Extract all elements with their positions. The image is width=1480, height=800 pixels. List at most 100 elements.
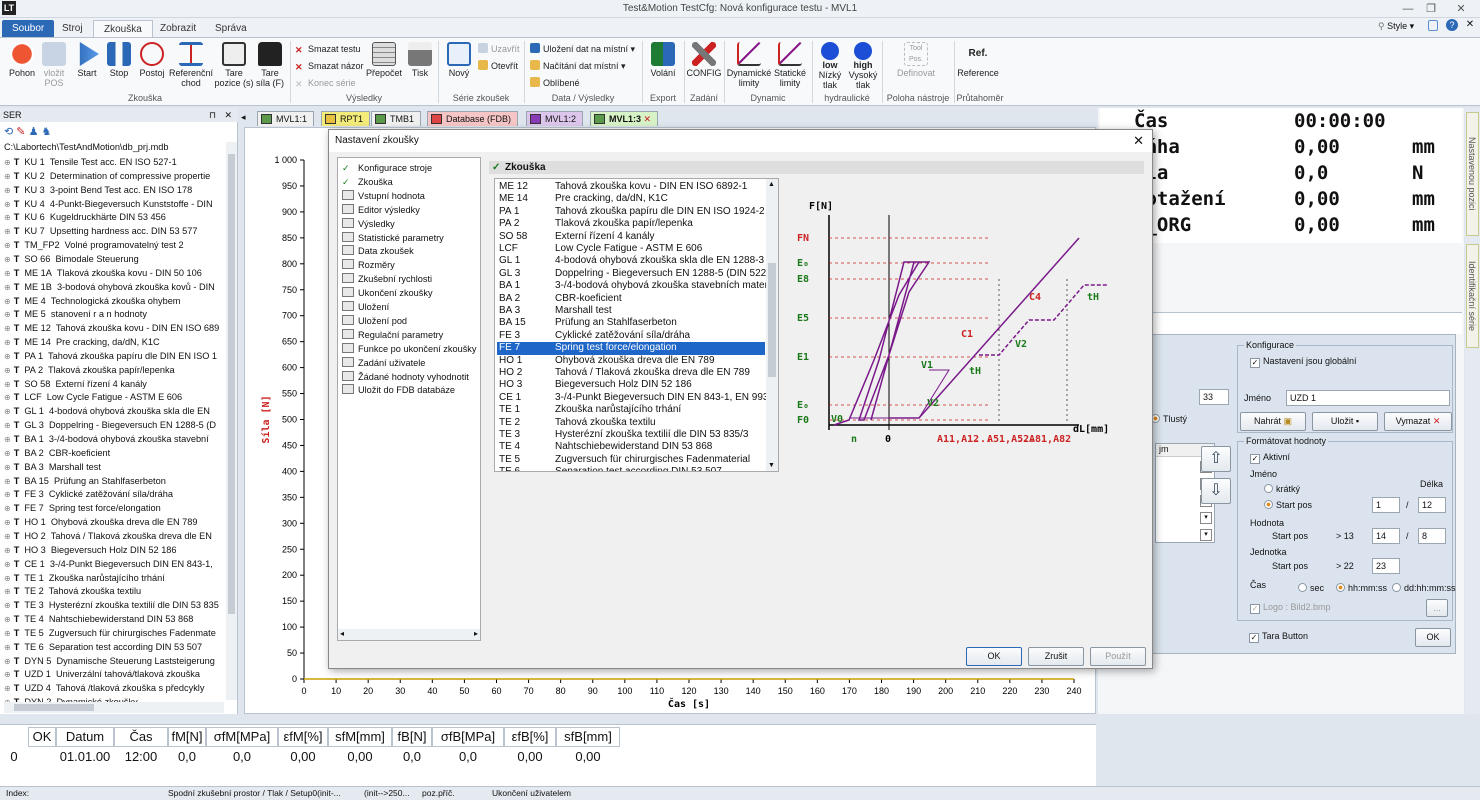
- expand-icon[interactable]: ⊕: [4, 227, 11, 236]
- nav-item[interactable]: Rozměry: [342, 259, 395, 273]
- tab-soubor[interactable]: Soubor: [2, 20, 55, 37]
- tree-item[interactable]: ⊕ T KU 1 Tensile Test acc. EN ISO 527-1: [4, 156, 224, 170]
- column-header[interactable]: fM[N]: [168, 727, 206, 747]
- expand-icon[interactable]: ⊕: [4, 380, 11, 389]
- expand-icon[interactable]: ⊕: [4, 255, 11, 264]
- otevrit-button[interactable]: Otevřít: [478, 59, 518, 74]
- start-pos-radio[interactable]: [1264, 500, 1273, 509]
- smazat-nazor-button[interactable]: ✕ Smazat názor: [295, 59, 364, 74]
- tree-item[interactable]: ⊕ T ME 4 Technologická zkouška ohybem: [4, 295, 224, 309]
- ribbon-close-icon[interactable]: ✕: [1464, 19, 1476, 31]
- tara-button-checkbox[interactable]: ✓: [1249, 633, 1259, 643]
- tree-item[interactable]: ⊕ T ME 5 stanovení r a n hodnoty: [4, 308, 224, 322]
- dialog-cancel-button[interactable]: Zrušit: [1028, 647, 1084, 666]
- expand-icon[interactable]: ⊕: [4, 283, 11, 292]
- prepocet-button[interactable]: Přepočet: [365, 42, 403, 78]
- tree-item[interactable]: ⊕ T UZD 1 Univerzální tahová/tlaková zkouš…: [4, 668, 224, 682]
- expand-icon[interactable]: ⊕: [4, 200, 11, 209]
- nav-item[interactable]: Uložit do FDB databáze: [342, 384, 455, 398]
- test-list-item[interactable]: HO 3 Biegeversuch Holz DIN 52 186: [497, 379, 765, 391]
- expand-icon[interactable]: ⊕: [4, 546, 11, 555]
- column-header[interactable]: Datum: [56, 727, 114, 747]
- global-settings-option[interactable]: ✓ Nastavení jsou globální: [1250, 356, 1357, 368]
- tree-item[interactable]: ⊕ T TE 6 Separation test according DIN 53 …: [4, 641, 224, 655]
- expand-icon[interactable]: ⊕: [4, 504, 11, 513]
- time-dhms-option[interactable]: dd:hh:mm:ss: [1392, 583, 1456, 593]
- tree-item[interactable]: ⊕ T SO 66 Bimodale Steuerung: [4, 253, 224, 267]
- test-list-item[interactable]: BA 1 3-/4-bodová ohybová zkouška stavební…: [497, 280, 768, 292]
- name-start-input[interactable]: 1: [1372, 497, 1400, 513]
- tab-tmb1[interactable]: TMB1: [371, 111, 422, 126]
- panel-close-icon[interactable]: ✕: [224, 108, 232, 122]
- test-list-item[interactable]: GL 1 4-bodová ohybová zkouška skla dle EN…: [497, 255, 765, 267]
- tree-item[interactable]: ⊕ T ME 1B 3-bodová ohybová zkouška kovů - …: [4, 281, 224, 295]
- column-header[interactable]: fB[N]: [392, 727, 432, 747]
- tree-item[interactable]: ⊕ T LCF Low Cycle Fatigue - ASTM E 606: [4, 391, 224, 405]
- test-list-item[interactable]: FE 3 Cyklické zatěžování síla/dráha: [497, 330, 765, 342]
- nav-item[interactable]: Funkce po ukončení zkoušky: [342, 342, 476, 357]
- pohon-button[interactable]: Pohon: [4, 42, 40, 78]
- test-list-item[interactable]: HO 1 Ohybová zkouška dreva dle EN 789: [497, 355, 765, 367]
- column-header[interactable]: σfM[MPa]: [206, 727, 278, 747]
- test-list-item[interactable]: PA 1 Tahová zkouška papíru dle DIN EN ISO…: [497, 206, 765, 218]
- tree-item[interactable]: ⊕ T FE 3 Cyklické zatěžování síla/dráha: [4, 488, 224, 502]
- tree-item[interactable]: ⊕ T TE 3 Hysterézní zkouška textilií dle D…: [4, 599, 224, 613]
- test-list-item[interactable]: FE 7 Spring test force/elongation: [497, 342, 765, 355]
- test-list-item[interactable]: TE 3 Hysterézní zkouška textilií dle DIN …: [497, 429, 765, 441]
- smazat-testu-button[interactable]: ✕ Smazat testu: [295, 42, 361, 57]
- dialog-ok-button[interactable]: OK: [966, 647, 1022, 666]
- test-list-scrollbar[interactable]: ▲ ▼: [766, 179, 778, 471]
- tree-item[interactable]: ⊕ T TE 2 Tahová zkouška textilu: [4, 585, 224, 599]
- expand-icon[interactable]: ⊕: [4, 629, 11, 638]
- konec-serie-button[interactable]: ✕ Konec série: [295, 76, 356, 91]
- test-list-item[interactable]: TE 6 Separation test according DIN 53 507: [497, 466, 765, 471]
- test-list-item[interactable]: CE 1 3-/4-Punkt Biegeversuch DIN EN 843-1…: [497, 392, 768, 404]
- tab-zkouska[interactable]: Zkouška: [93, 20, 153, 37]
- vtab-identifikacni-serie[interactable]: Identifikační série: [1466, 244, 1479, 348]
- test-list-item[interactable]: BA 15 Prüfung an Stahlfaserbeton: [497, 317, 765, 329]
- share-icon[interactable]: [1428, 20, 1438, 31]
- nav-item[interactable]: Uložení pod: [342, 314, 407, 329]
- tab-stroj[interactable]: Stroj: [52, 20, 93, 37]
- config-name-input[interactable]: UZD 1: [1286, 390, 1450, 406]
- nav-item[interactable]: Žádané hodnoty vyhodnotit: [342, 370, 469, 385]
- staticke-limity-button[interactable]: Statické limity: [771, 42, 809, 88]
- tree-item[interactable]: ⊕ T BA 1 3-/4-bodová ohybová zkouška stave…: [4, 433, 224, 447]
- test-list-item[interactable]: BA 3 Marshall test: [497, 305, 765, 317]
- tree-item[interactable]: ⊕ T ME 1A Tlaková zkouška kovu - DIN 50 10…: [4, 267, 224, 281]
- active-option[interactable]: ✓ Aktivní: [1250, 452, 1290, 464]
- vysoky-tlak-button[interactable]: high Vysoký tlak: [846, 42, 880, 90]
- expand-icon[interactable]: ⊕: [4, 352, 11, 361]
- value-start-input[interactable]: 14: [1372, 528, 1400, 544]
- expand-icon[interactable]: ⊕: [4, 477, 11, 486]
- vlozit-pos-button[interactable]: vložit POS: [36, 42, 72, 88]
- expand-icon[interactable]: ⊕: [4, 241, 11, 250]
- stop-button[interactable]: Stop: [101, 42, 137, 78]
- test-list-item[interactable]: TE 5 Zugversuch für chirurgisches Fadenma…: [497, 454, 765, 466]
- combo-arrow-icon[interactable]: ▾: [1200, 529, 1212, 541]
- sync-icon[interactable]: ⟲: [4, 126, 13, 138]
- expand-icon[interactable]: ⊕: [4, 421, 11, 430]
- column-header[interactable]: OK: [28, 727, 56, 747]
- tree-item[interactable]: ⊕ T PA 1 Tahová zkouška papíru dle DIN EN …: [4, 350, 224, 364]
- expand-icon[interactable]: ⊕: [4, 338, 11, 347]
- uzavrit-button[interactable]: Uzavřít: [478, 42, 520, 57]
- tab-mvl1-1[interactable]: MVL1:1: [257, 111, 315, 126]
- expand-icon[interactable]: ⊕: [4, 518, 11, 527]
- test-list-item[interactable]: TE 4 Nahtschiebewiderstand DIN 53 868: [497, 441, 765, 453]
- start-button[interactable]: Start: [69, 42, 105, 78]
- expand-icon[interactable]: ⊕: [4, 643, 11, 652]
- expand-icon[interactable]: ⊕: [4, 310, 11, 319]
- tree-item[interactable]: ⊕ T KU 7 Upsetting hardness acc. DIN 53 57…: [4, 225, 224, 239]
- time-dhms-radio[interactable]: [1392, 583, 1401, 592]
- expand-icon[interactable]: ⊕: [4, 158, 11, 167]
- expand-icon[interactable]: ⊕: [4, 172, 11, 181]
- expand-icon[interactable]: ⊕: [4, 324, 11, 333]
- close-icon[interactable]: ✕: [1450, 2, 1472, 16]
- load-button[interactable]: Nahrát ▣: [1240, 412, 1306, 431]
- expand-icon[interactable]: ⊕: [4, 449, 11, 458]
- global-settings-checkbox[interactable]: ✓: [1250, 358, 1260, 368]
- tree-item[interactable]: ⊕ T HO 1 Ohybová zkouška dreva dle EN 789: [4, 516, 224, 530]
- expand-icon[interactable]: ⊕: [4, 587, 11, 596]
- expand-icon[interactable]: ⊕: [4, 532, 11, 541]
